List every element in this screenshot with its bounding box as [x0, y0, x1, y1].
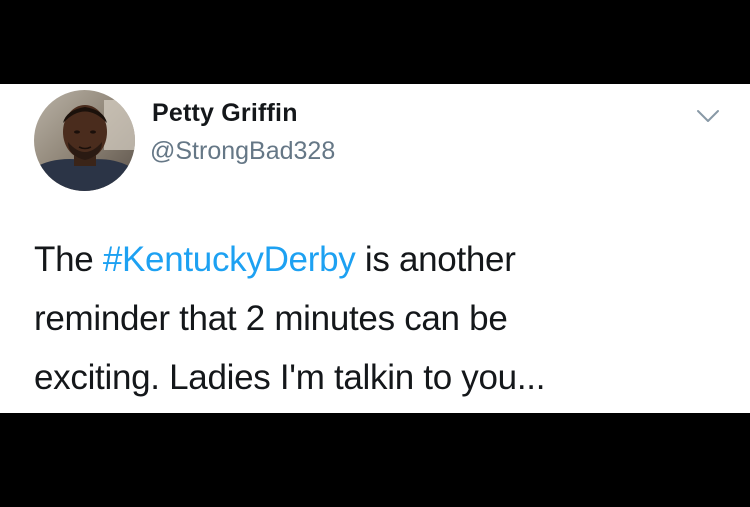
letterbox-bottom — [0, 413, 750, 507]
display-name[interactable]: Petty Griffin — [152, 99, 298, 128]
tweet-text: The #KentuckyDerby is another reminder t… — [34, 230, 734, 407]
chevron-down-icon[interactable] — [694, 106, 722, 126]
user-handle[interactable]: @StrongBad328 — [150, 137, 335, 166]
tweet-card: Petty Griffin @StrongBad328 The #Kentuck… — [0, 84, 750, 413]
tweet-text-suffix: is another — [355, 240, 516, 279]
letterbox-top — [0, 0, 750, 84]
avatar[interactable] — [34, 90, 135, 191]
tweet-text-line-1: The #KentuckyDerby is another — [34, 230, 734, 289]
hashtag-link[interactable]: #KentuckyDerby — [103, 240, 356, 279]
tweet-text-line-2: reminder that 2 minutes can be — [34, 299, 508, 338]
tweet-text-line-3: exciting. Ladies I'm talkin to you... — [34, 358, 546, 397]
tweet-text-prefix: The — [34, 240, 103, 279]
